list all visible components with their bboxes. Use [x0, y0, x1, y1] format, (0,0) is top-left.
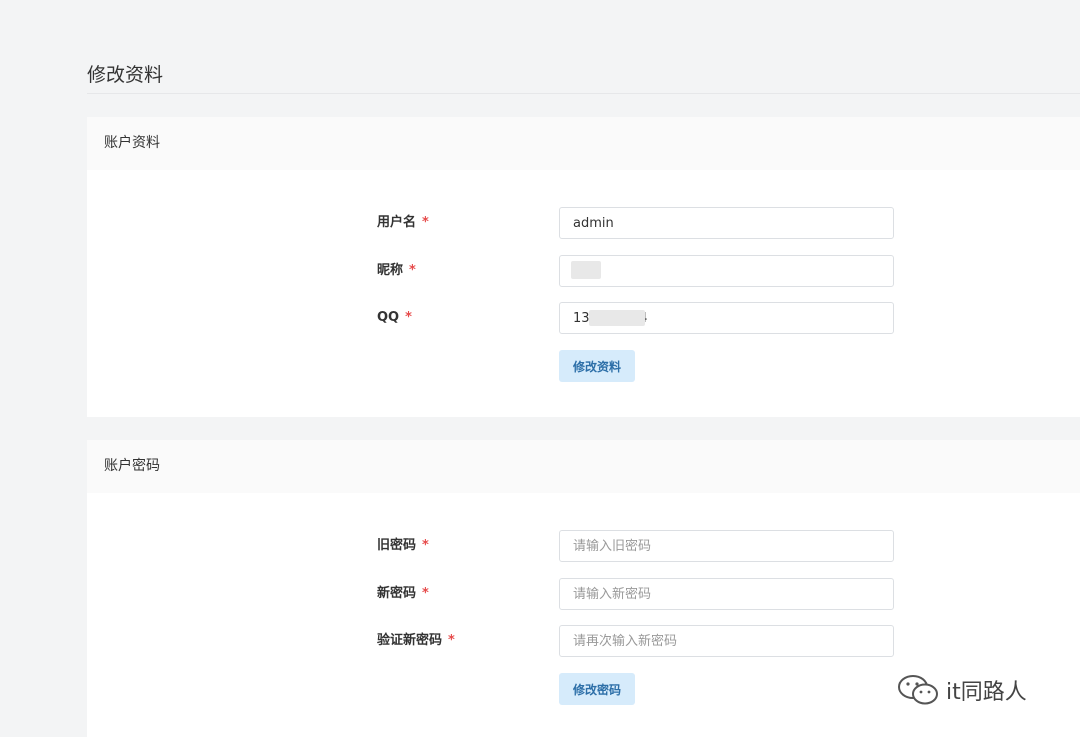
- profile-submit-row: 修改资料: [87, 350, 1080, 382]
- redacted-qq-digits: [589, 310, 645, 326]
- title-divider: [87, 93, 1080, 94]
- account-password-header: 账户密码: [87, 440, 1080, 493]
- required-star: *: [422, 215, 429, 230]
- update-password-button[interactable]: 修改密码: [559, 673, 636, 705]
- username-label: 用户名 *: [377, 215, 429, 230]
- page-title: 修改资料: [87, 64, 164, 86]
- required-star: *: [405, 310, 412, 325]
- username-input[interactable]: [559, 207, 894, 239]
- account-profile-header: 账户资料: [87, 117, 1080, 170]
- old-password-row: 旧密码 *: [87, 530, 1080, 562]
- username-row: 用户名 *: [87, 207, 1080, 239]
- required-star: *: [448, 633, 455, 648]
- required-star: *: [422, 586, 429, 601]
- account-profile-card: 账户资料 用户名* 昵称* QQ* 修改资料: [87, 117, 1080, 417]
- nickname-input[interactable]: [559, 255, 894, 287]
- redacted-nickname: [571, 261, 601, 279]
- confirm-password-input[interactable]: [559, 625, 894, 657]
- confirm-password-row: 验证新密码 *: [87, 625, 1080, 657]
- watermark: it同路人: [896, 673, 1027, 707]
- confirm-password-label: 验证新密码 *: [377, 633, 455, 648]
- new-password-input[interactable]: [559, 578, 894, 610]
- update-profile-button[interactable]: 修改资料: [559, 350, 636, 382]
- wechat-icon: [896, 673, 940, 707]
- watermark-text: it同路人: [946, 680, 1027, 705]
- nickname-label: 昵称 *: [377, 263, 416, 278]
- nickname-row: 昵称 *: [87, 255, 1080, 287]
- old-password-input[interactable]: [559, 530, 894, 562]
- required-star: *: [409, 263, 416, 278]
- qq-label: QQ *: [377, 310, 412, 325]
- required-star: *: [422, 538, 429, 553]
- old-password-label: 旧密码 *: [377, 538, 429, 553]
- qq-row: QQ *: [87, 302, 1080, 334]
- new-password-row: 新密码 *: [87, 578, 1080, 610]
- new-password-label: 新密码 *: [377, 586, 429, 601]
